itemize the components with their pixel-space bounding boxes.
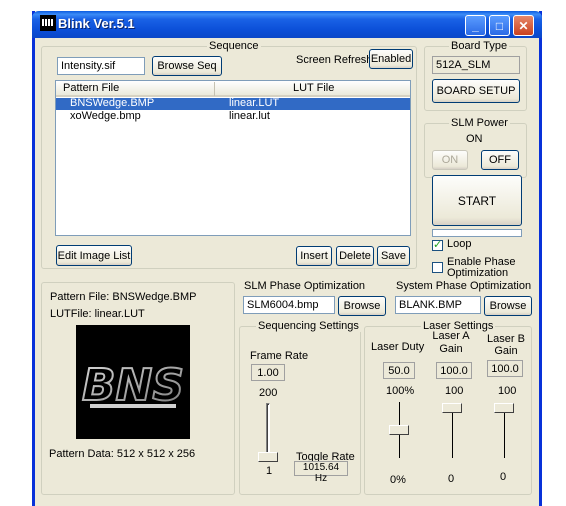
insert-button[interactable]: Insert <box>296 246 332 266</box>
screen-refresh-button[interactable]: Enabled <box>369 49 413 69</box>
slm-phase-input[interactable]: SLM6004.bmp <box>243 296 335 314</box>
laser-a-gain-label: Gain <box>439 343 463 355</box>
system-phase-input[interactable]: BLANK.BMP <box>395 296 481 314</box>
loop-label: Loop <box>447 238 472 250</box>
frame-rate-slider-thumb[interactable] <box>258 452 278 462</box>
slm-on-button[interactable]: ON <box>432 150 468 170</box>
laser-b-gain-slider-track[interactable] <box>504 406 505 458</box>
slm-power-label: SLM Power <box>449 117 510 129</box>
checkmark-icon: ✓ <box>433 239 443 251</box>
laser-b-gain-value: 100.0 <box>487 360 523 377</box>
frame-rate-label: Frame Rate <box>250 350 309 362</box>
laser-b-gain-min: 0 <box>500 471 507 483</box>
laser-duty-value: 50.0 <box>383 362 415 379</box>
toggle-rate-value: 1015.64 Hz <box>294 461 348 484</box>
laser-a-gain-label: Laser A <box>432 330 470 342</box>
row-lut-file[interactable]: linear.lut <box>229 110 270 122</box>
column-divider[interactable] <box>214 82 215 96</box>
app-icon <box>40 15 56 31</box>
lut-file-info: LUTFile: linear.LUT <box>50 308 145 320</box>
minimize-button[interactable]: _ <box>465 15 486 36</box>
slm-phase-label: SLM Phase Optimization <box>244 280 366 292</box>
enable-phase-checkbox[interactable] <box>432 262 443 273</box>
laser-b-gain-max: 100 <box>498 385 517 397</box>
frame-rate-value: 1.00 <box>251 364 285 381</box>
bns-logo-image: BNS <box>81 359 185 412</box>
slm-power-state: ON <box>466 133 483 145</box>
screen-refresh-label: Screen Refresh <box>296 54 373 66</box>
logo-underline <box>90 404 176 408</box>
frame-rate-slider-track[interactable] <box>266 403 270 459</box>
laser-a-gain-slider-track[interactable] <box>452 406 453 458</box>
laser-duty-min: 0% <box>390 474 406 486</box>
board-type-field: 512A_SLM <box>432 56 520 74</box>
laser-b-gain-label: Gain <box>494 345 518 357</box>
start-button[interactable]: START <box>432 175 522 226</box>
sequence-file-input[interactable]: Intensity.sif <box>57 57 145 75</box>
frame-rate-min: 1 <box>266 465 273 477</box>
column-pattern-file[interactable]: Pattern File <box>63 82 119 94</box>
frame-rate-max: 200 <box>259 387 278 399</box>
slm-off-button[interactable]: OFF <box>481 150 519 170</box>
sequence-group-label: Sequence <box>207 40 261 52</box>
minimize-icon: _ <box>472 18 479 33</box>
edit-image-list-button[interactable]: Edit Image List <box>56 245 132 266</box>
close-icon: ✕ <box>518 18 529 33</box>
board-setup-button[interactable]: BOARD SETUP <box>432 79 520 103</box>
laser-duty-label: Laser Duty <box>371 341 425 353</box>
logo-text: BNS <box>82 360 184 411</box>
laser-b-gain-slider-thumb[interactable] <box>494 403 514 413</box>
delete-button[interactable]: Delete <box>336 246 374 266</box>
laser-a-gain-slider-thumb[interactable] <box>442 403 462 413</box>
pattern-preview: BNS <box>76 325 190 439</box>
progress-bar <box>432 229 522 237</box>
row-lut-file: linear.LUT <box>229 97 280 109</box>
laser-duty-max: 100% <box>386 385 415 397</box>
maximize-icon: □ <box>495 18 504 33</box>
pattern-data-info: Pattern Data: 512 x 512 x 256 <box>49 448 196 460</box>
column-lut-file[interactable]: LUT File <box>293 82 334 94</box>
pattern-file-info: Pattern File: BNSWedge.BMP <box>50 291 197 303</box>
save-button[interactable]: Save <box>377 246 410 266</box>
system-phase-label: System Phase Optimization <box>396 280 532 292</box>
enable-phase-label: Optimization <box>447 267 509 279</box>
laser-a-gain-value: 100.0 <box>436 362 472 379</box>
laser-a-gain-max: 100 <box>445 385 464 397</box>
maximize-button[interactable]: □ <box>489 15 510 36</box>
laser-b-gain-label: Laser B <box>487 333 525 345</box>
sequencing-settings-label: Sequencing Settings <box>256 320 361 332</box>
row-pattern-file[interactable]: xoWedge.bmp <box>70 110 141 122</box>
window-title: Blink Ver.5.1 <box>58 16 135 31</box>
board-type-label: Board Type <box>449 40 510 52</box>
slm-phase-browse-button[interactable]: Browse <box>338 296 386 316</box>
row-pattern-file: BNSWedge.BMP <box>70 97 155 109</box>
loop-checkbox[interactable]: ✓ <box>432 239 443 251</box>
browse-seq-button[interactable]: Browse Seq <box>152 56 222 76</box>
laser-duty-slider-thumb[interactable] <box>389 425 409 435</box>
laser-a-gain-min: 0 <box>448 473 455 485</box>
system-phase-browse-button[interactable]: Browse <box>484 296 532 316</box>
close-button[interactable]: ✕ <box>513 15 534 36</box>
